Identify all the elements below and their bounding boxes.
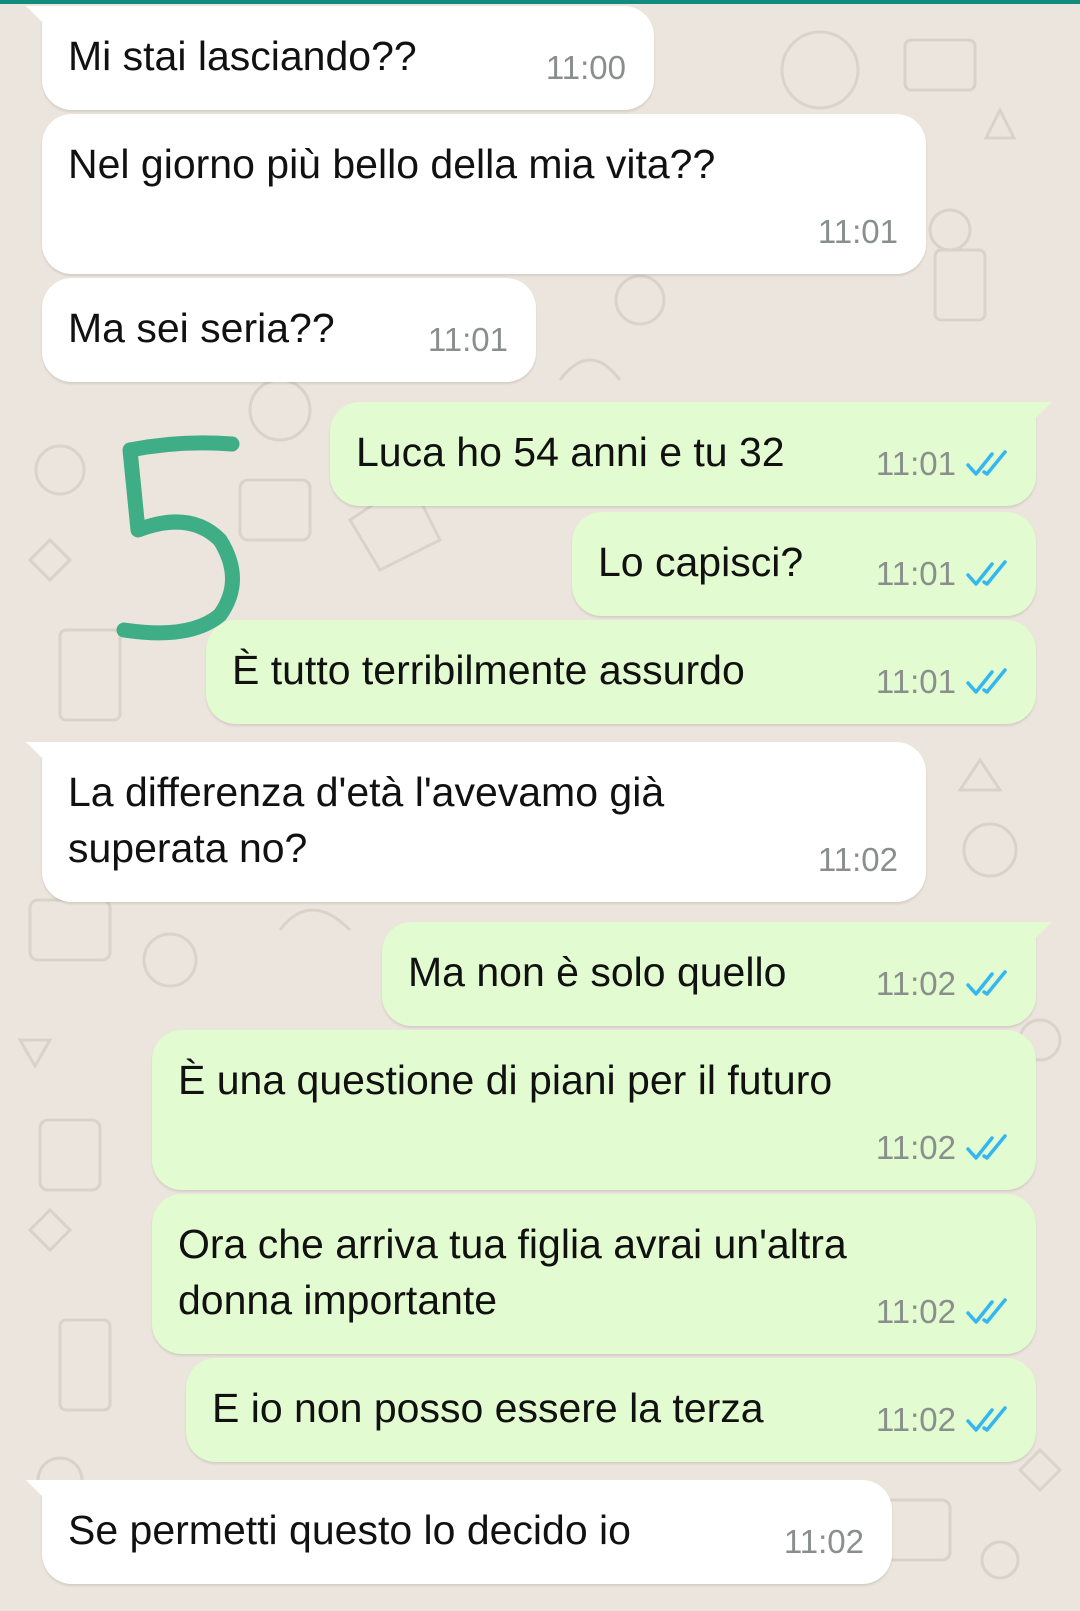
handwritten-number-annotation (116, 435, 240, 641)
double-check-icon (966, 450, 1007, 476)
message-meta: 11:02 (818, 832, 898, 888)
message-incoming[interactable]: Nel giorno più bello della mia vita?? 11… (42, 114, 926, 274)
message-meta: 11:01 (876, 654, 1010, 710)
message-time: 11:02 (783, 1523, 864, 1560)
message-time: 11:01 (875, 663, 956, 700)
message-outgoing[interactable]: Ora che arriva tua figlia avrai un'altra… (152, 1194, 1036, 1354)
message-meta: 11:02 (784, 1514, 864, 1570)
message-text: Se permetti questo lo decido io (68, 1507, 631, 1553)
message-text: Ma sei seria?? (68, 305, 335, 351)
message-text: Nel giorno più bello della mia vita?? (68, 141, 716, 187)
chat-thread: Mi stai lasciando?? 11:00 Nel giorno più… (0, 0, 1080, 1611)
message-incoming[interactable]: Ma sei seria?? 11:01 (42, 278, 536, 382)
message-meta: 11:01 (876, 546, 1010, 602)
message-outgoing[interactable]: È una questione di piani per il futuro 1… (152, 1030, 1036, 1190)
message-time: 11:02 (875, 1293, 956, 1330)
double-check-icon (966, 668, 1007, 694)
message-text: E io non posso essere la terza (212, 1385, 764, 1431)
message-meta: 11:02 (876, 1392, 1010, 1448)
message-meta: 11:02 (876, 1284, 1010, 1340)
message-text: La differenza d'età l'avevamo già supera… (68, 769, 665, 871)
message-time: 11:02 (875, 965, 956, 1002)
message-time: 11:01 (427, 321, 508, 358)
message-incoming[interactable]: Mi stai lasciando?? 11:00 (26, 6, 654, 110)
double-check-icon (966, 560, 1007, 586)
message-time: 11:02 (817, 841, 898, 878)
message-outgoing[interactable]: Luca ho 54 anni e tu 32 11:01 (330, 402, 1052, 506)
message-time: 11:01 (817, 213, 898, 250)
message-text: Luca ho 54 anni e tu 32 (356, 429, 785, 475)
message-text: Ma non è solo quello (408, 949, 787, 995)
message-incoming[interactable]: La differenza d'età l'avevamo già supera… (26, 742, 926, 902)
message-outgoing[interactable]: Ma non è solo quello 11:02 (382, 922, 1052, 1026)
message-text: È tutto terribilmente assurdo (232, 647, 745, 693)
message-text: Lo capisci? (598, 539, 804, 585)
message-outgoing[interactable]: E io non posso essere la terza 11:02 (186, 1358, 1036, 1462)
message-time: 11:02 (875, 1129, 956, 1166)
double-check-icon (966, 1406, 1007, 1432)
message-text: È una questione di piani per il futuro (178, 1057, 833, 1103)
message-meta: 11:02 (876, 956, 1010, 1012)
message-text: Ora che arriva tua figlia avrai un'altra… (178, 1221, 847, 1323)
message-outgoing[interactable]: Lo capisci? 11:01 (572, 512, 1036, 616)
message-incoming[interactable]: Se permetti questo lo decido io 11:02 (26, 1480, 892, 1584)
double-check-icon (966, 1134, 1007, 1160)
message-time: 11:01 (875, 445, 956, 482)
message-time: 11:02 (875, 1401, 956, 1438)
message-meta: 11:02 (876, 1120, 1010, 1176)
message-text: Mi stai lasciando?? (68, 33, 417, 79)
message-time: 11:01 (875, 555, 956, 592)
double-check-icon (966, 970, 1007, 996)
message-meta: 11:01 (818, 204, 898, 260)
message-meta: 11:00 (546, 40, 626, 96)
message-time: 11:00 (545, 49, 626, 86)
message-meta: 11:01 (876, 436, 1010, 492)
message-outgoing[interactable]: È tutto terribilmente assurdo 11:01 (206, 620, 1036, 724)
double-check-icon (966, 1298, 1007, 1324)
message-meta: 11:01 (428, 312, 508, 368)
